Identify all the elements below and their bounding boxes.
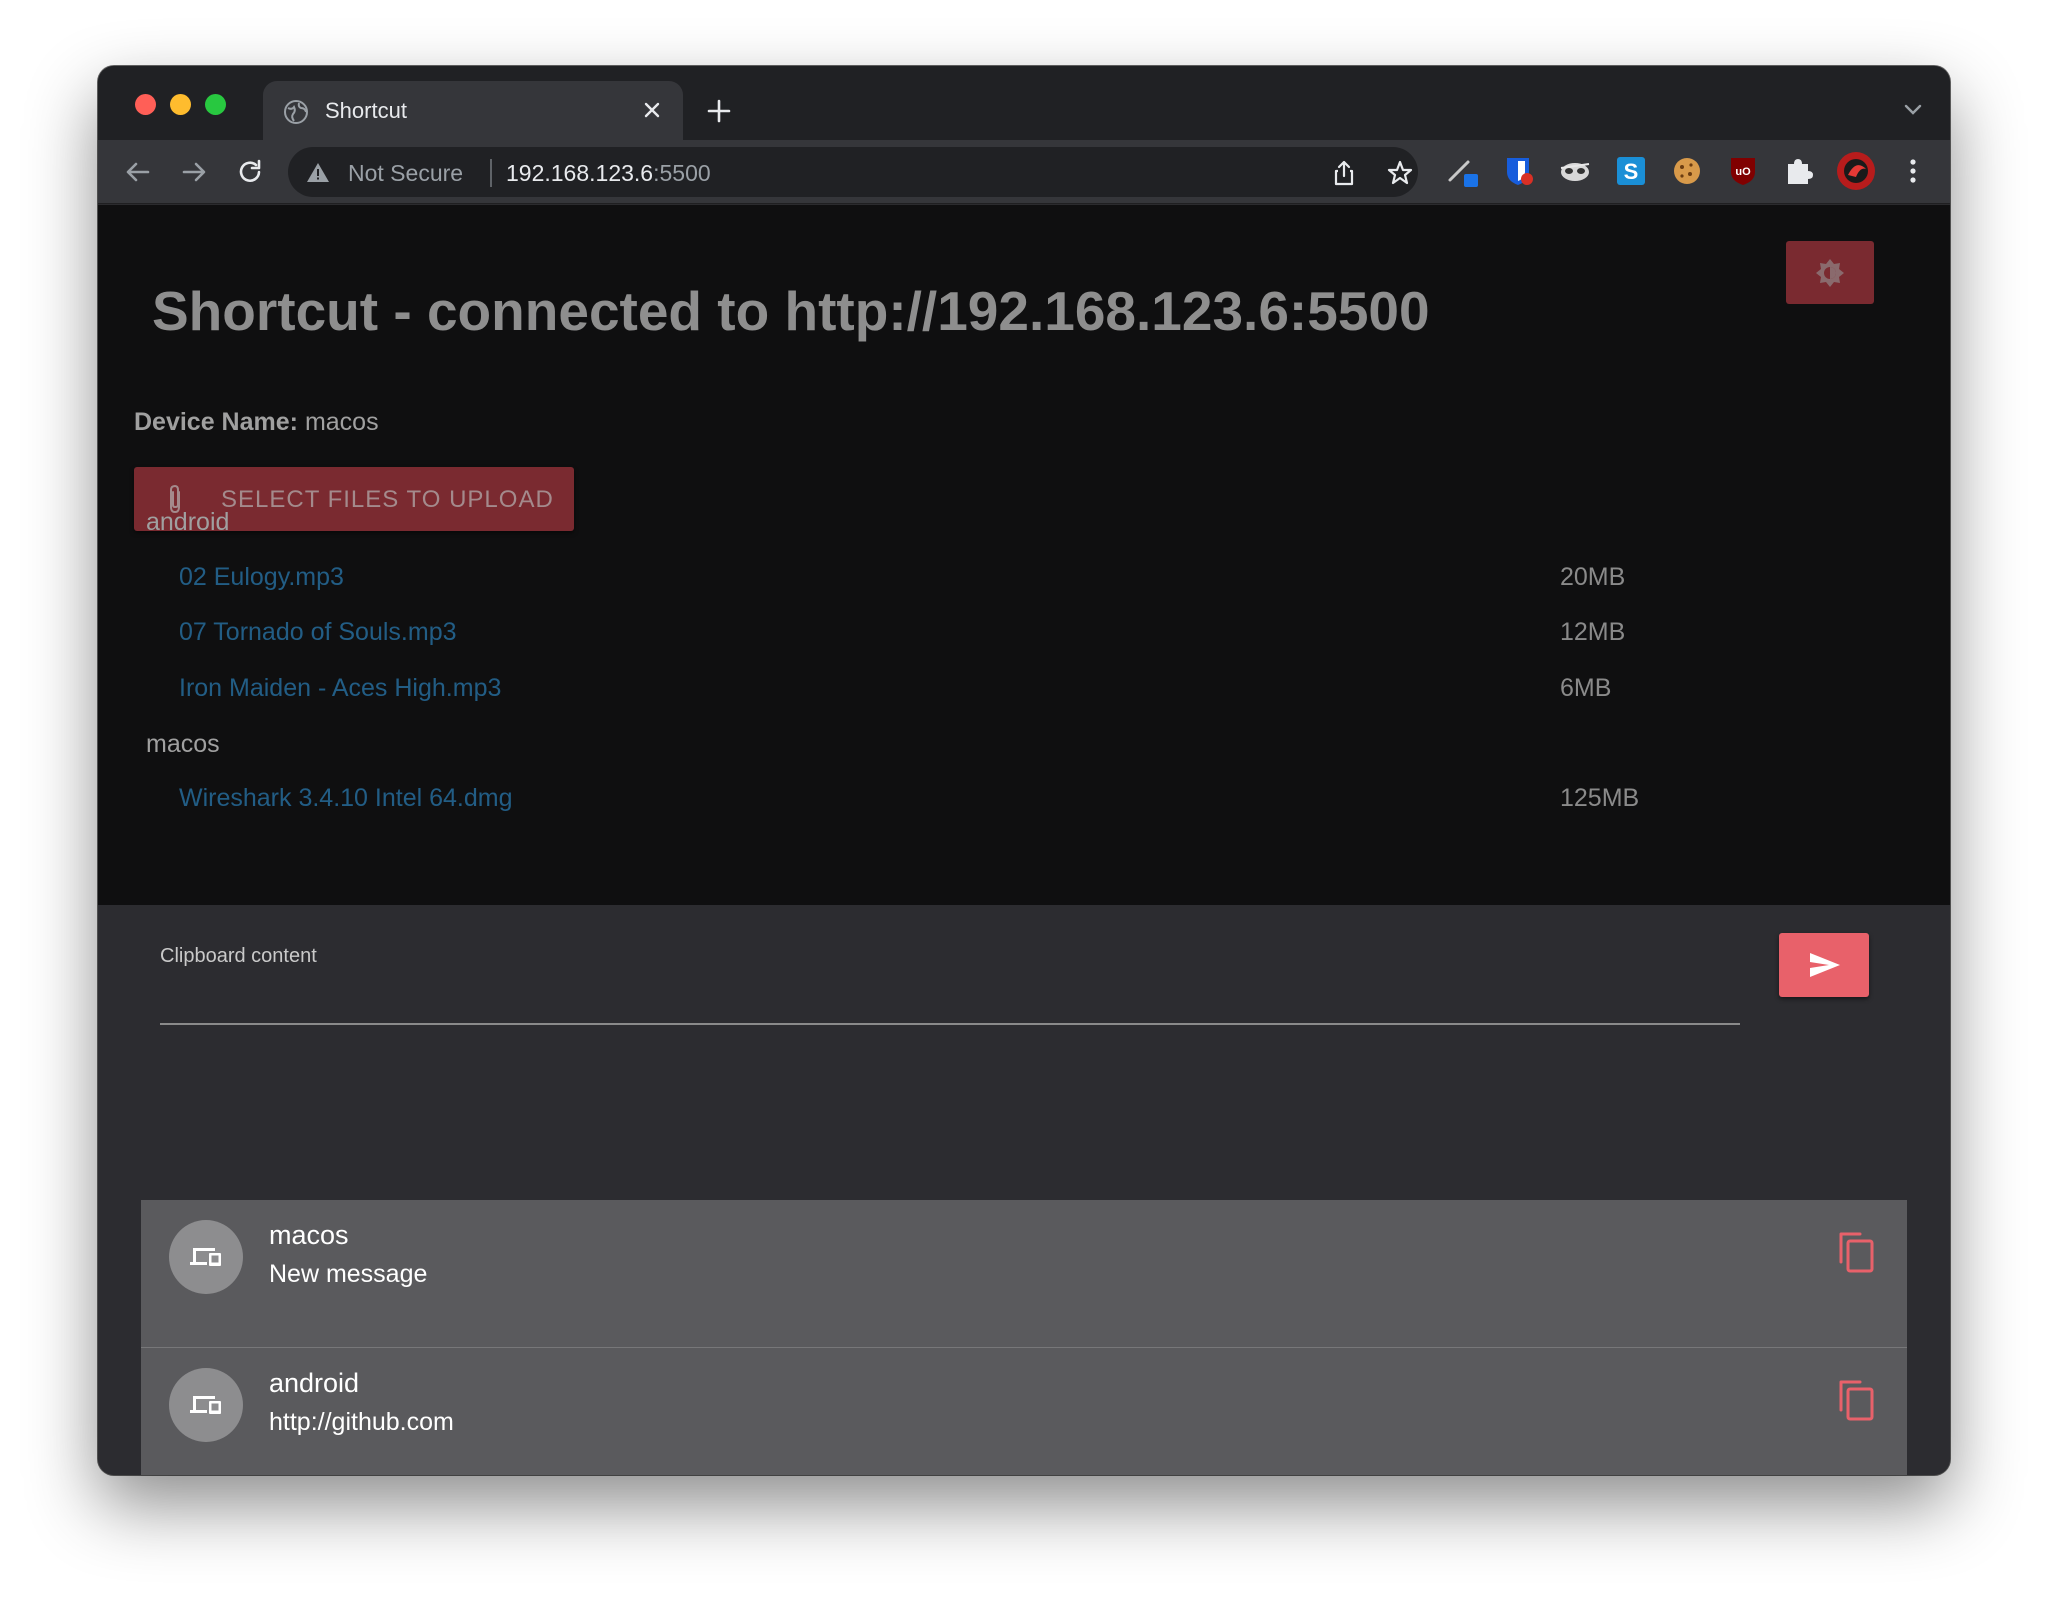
- svg-text:uO: uO: [1735, 166, 1751, 178]
- brightness-icon: [1816, 259, 1844, 287]
- forward-arrow-icon[interactable]: [178, 156, 210, 188]
- message-list: macos New message android http://github.…: [141, 1200, 1907, 1475]
- ublock-icon[interactable]: uO: [1726, 154, 1760, 188]
- clipboard-input[interactable]: [160, 975, 1740, 1025]
- device-name-label: Device Name: macos: [134, 408, 379, 437]
- send-icon: [1810, 953, 1840, 977]
- file-size: 20MB: [1560, 563, 1626, 591]
- svg-text:S: S: [1624, 159, 1639, 184]
- url-port: :5500: [653, 160, 711, 186]
- browser-tab[interactable]: Shortcut: [263, 81, 683, 140]
- devices-icon: [190, 1396, 221, 1414]
- file-link[interactable]: Iron Maiden - Aces High.mp3: [179, 674, 501, 703]
- page-content: Shortcut - connected to http://192.168.1…: [98, 205, 1950, 1475]
- clipboard-label: Clipboard content: [160, 945, 317, 967]
- device-avatar: [169, 1368, 243, 1442]
- message-item: android http://github.com: [141, 1348, 1907, 1475]
- file-link[interactable]: 02 Eulogy.mp3: [179, 563, 344, 592]
- url-text[interactable]: 192.168.123.6:5500: [506, 160, 711, 187]
- tab-strip: Shortcut: [98, 66, 1950, 140]
- tab-title: Shortcut: [325, 98, 407, 123]
- device-name-value: macos: [304, 408, 379, 436]
- browser-window: Shortcut Not Secure 192.168.123.6:5500 S…: [98, 66, 1950, 1475]
- devices-icon: [190, 1248, 221, 1266]
- device-avatar: [169, 1220, 243, 1294]
- file-size: 12MB: [1560, 618, 1626, 646]
- browser-toolbar: Not Secure 192.168.123.6:5500 S uO: [98, 140, 1950, 204]
- url-host: 192.168.123.6: [506, 160, 654, 186]
- s-extension-icon[interactable]: S: [1614, 154, 1648, 188]
- chevron-down-icon[interactable]: [1902, 100, 1924, 118]
- copy-icon[interactable]: [1836, 1230, 1876, 1274]
- device-name-key: Device Name:: [134, 408, 298, 436]
- file-link[interactable]: Wireshark 3.4.10 Intel 64.dmg: [179, 784, 513, 813]
- file-size: 6MB: [1560, 674, 1612, 702]
- message-sender: macos: [269, 1220, 349, 1250]
- warning-icon[interactable]: [306, 161, 330, 183]
- star-icon[interactable]: [1386, 159, 1414, 187]
- message-sender: android: [269, 1368, 360, 1398]
- cookie-icon[interactable]: [1670, 154, 1704, 188]
- avatar[interactable]: [1836, 151, 1876, 191]
- address-bar[interactable]: Not Secure 192.168.123.6:5500: [288, 147, 1418, 197]
- back-arrow-icon[interactable]: [122, 156, 154, 188]
- theme-toggle-button[interactable]: [1786, 241, 1874, 304]
- close-icon[interactable]: [639, 97, 665, 123]
- security-label[interactable]: Not Secure: [348, 160, 463, 187]
- message-item: macos New message: [141, 1200, 1907, 1348]
- file-group-title: macos: [146, 730, 220, 758]
- puzzle-icon[interactable]: [1782, 154, 1816, 188]
- globe-icon: [284, 100, 308, 124]
- message-text: http://github.com: [269, 1408, 454, 1436]
- file-link[interactable]: 07 Tornado of Souls.mp3: [179, 618, 457, 647]
- share-icon[interactable]: [1330, 159, 1358, 187]
- pen-extension-icon[interactable]: [1446, 154, 1480, 188]
- maximize-window-button[interactable]: [205, 94, 226, 115]
- message-text: New message: [269, 1260, 428, 1288]
- file-group-title: android: [146, 508, 230, 536]
- mask-extension-icon[interactable]: [1558, 154, 1592, 188]
- copy-icon[interactable]: [1836, 1378, 1876, 1422]
- minimize-window-button[interactable]: [170, 94, 191, 115]
- plus-icon[interactable]: [704, 96, 734, 126]
- more-vert-icon[interactable]: [1896, 154, 1930, 188]
- shield-extension-icon[interactable]: [1502, 154, 1536, 188]
- page-title: Shortcut - connected to http://192.168.1…: [152, 280, 1430, 342]
- select-files-label: SELECT FILES TO UPLOAD: [221, 486, 554, 513]
- file-size: 125MB: [1560, 784, 1640, 812]
- address-divider: [490, 159, 492, 187]
- send-button[interactable]: [1779, 933, 1869, 997]
- files-panel: Shortcut - connected to http://192.168.1…: [98, 205, 1950, 905]
- close-window-button[interactable]: [135, 94, 156, 115]
- reload-icon[interactable]: [234, 156, 266, 188]
